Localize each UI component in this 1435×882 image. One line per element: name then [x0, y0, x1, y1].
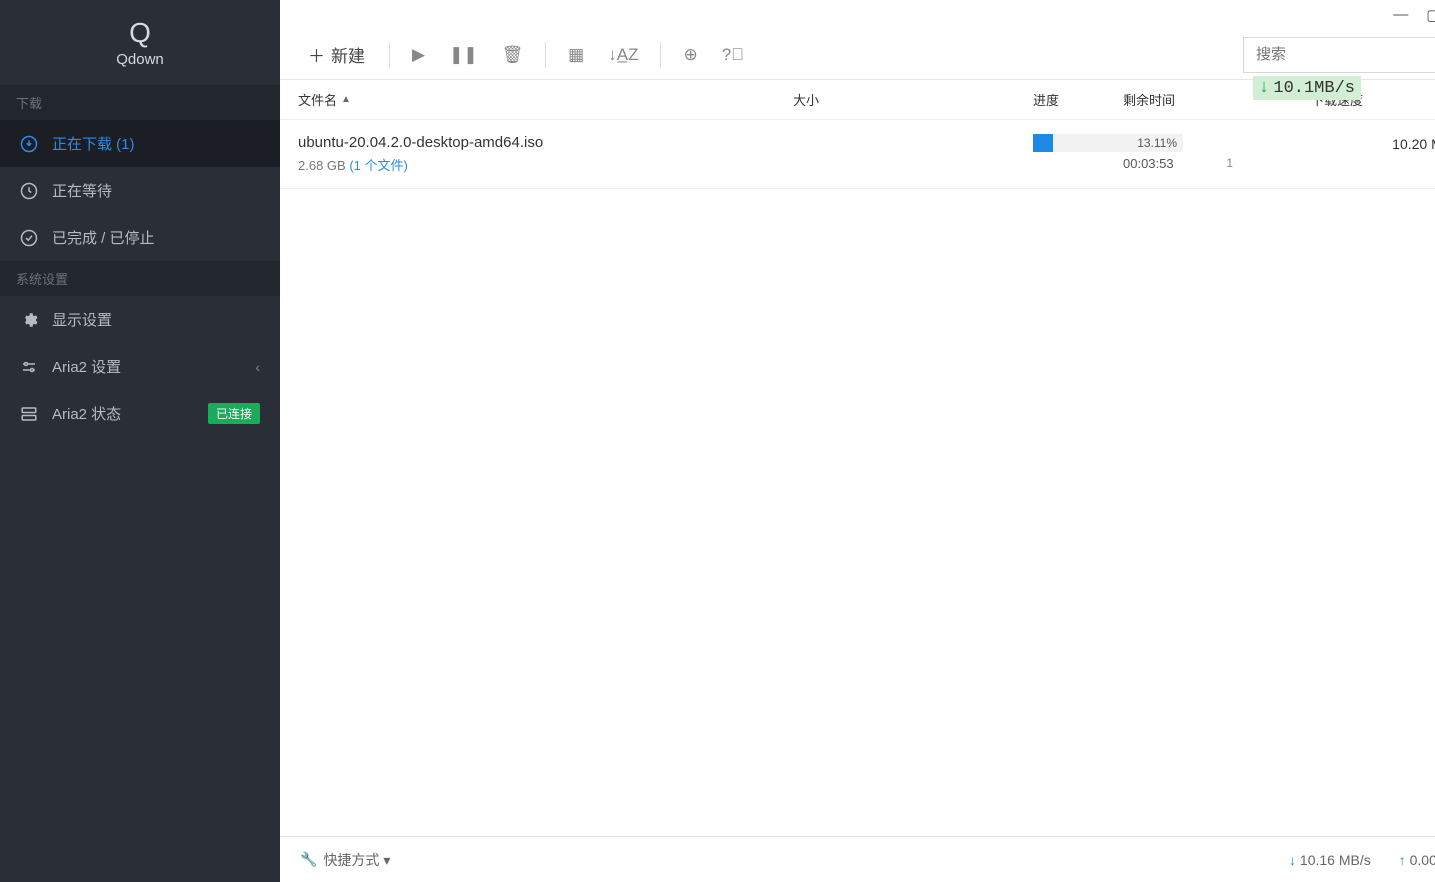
plus-icon: ＋: [308, 42, 325, 67]
status-bar: 🔧 快捷方式 ▾ ↓ 10.16 MB/s ↑ 0.00 B/s: [280, 836, 1435, 882]
start-button[interactable]: ▶: [404, 39, 433, 71]
sort-button[interactable]: ↓A̲Z: [600, 39, 646, 71]
status-badge-connected: 已连接: [208, 403, 260, 424]
toolbar-divider: [660, 42, 661, 68]
col-header-size[interactable]: 大小: [793, 90, 1033, 109]
remaining-cell: 00:03:53 1: [1123, 134, 1223, 171]
sidebar-section-settings: 系统设置: [0, 261, 280, 296]
shortcut-button[interactable]: 快捷方式 ▾: [323, 850, 390, 870]
sidebar-item-downloading[interactable]: 正在下载 (1): [0, 120, 280, 167]
sidebar-section-download: 下载: [0, 85, 280, 120]
col-header-filename[interactable]: 文件名 ▲: [298, 90, 793, 109]
table-row[interactable]: ubuntu-20.04.2.0-desktop-amd64.iso 2.68 …: [280, 120, 1435, 189]
search-input[interactable]: [1243, 37, 1435, 73]
new-button-label: 新建: [331, 42, 365, 67]
new-button[interactable]: ＋ 新建: [298, 36, 375, 73]
sidebar-item-aria2-settings[interactable]: Aria2 设置 ‹: [0, 343, 280, 390]
download-speed-cell: 10.20 MB/s: [1223, 134, 1435, 152]
progress-fill: [1033, 134, 1053, 152]
add-button[interactable]: ⊕: [675, 39, 705, 71]
sidebar-item-label: Aria2 设置: [52, 356, 241, 377]
progress-cell: 13.11%: [1033, 134, 1123, 156]
caret-down-icon: ▾: [379, 852, 390, 868]
search-wrap: [1243, 37, 1435, 73]
arrow-down-icon: ↓: [1259, 78, 1270, 98]
help-button[interactable]: ?⃝: [714, 39, 752, 71]
footer-upload-speed: ↑ 0.00 B/s: [1399, 852, 1435, 868]
grid-icon: ▦: [568, 45, 584, 65]
wrench-icon: 🔧: [300, 851, 317, 868]
eta: 00:03:53: [1123, 156, 1174, 171]
file-meta: 2.68 GB (1 个文件): [298, 155, 793, 174]
sidebar: Q Qdown 下载 正在下载 (1) 正在等待 已完成 / 已停止 系统设置 …: [0, 0, 280, 882]
overlay-speed-value: 10.1MB/s: [1273, 79, 1355, 98]
speed-overlay: ↓ 10.1MB/s: [1253, 76, 1361, 100]
app-brand: Q Qdown: [0, 0, 280, 85]
main-area: — ▢ ✕ ＋ 新建 ▶ ❚❚ 🗑 ▦ ↓A̲Z ⊕ ?⃝ ↓ 10.1MB/s…: [280, 0, 1435, 882]
plus-circle-icon: ⊕: [683, 45, 697, 65]
sidebar-item-label: 正在等待: [52, 180, 260, 201]
sidebar-item-label: 正在下载 (1): [52, 133, 260, 154]
download-icon: [20, 135, 38, 153]
sidebar-item-aria2-status[interactable]: Aria2 状态 已连接: [0, 390, 280, 437]
trash-icon: 🗑: [502, 45, 524, 65]
sort-az-icon: ↓A̲Z: [608, 45, 638, 65]
file-size: 2.68 GB: [298, 158, 346, 173]
sidebar-item-display-settings[interactable]: 显示设置: [0, 296, 280, 343]
check-circle-icon: [20, 229, 38, 247]
toolbar: ＋ 新建 ▶ ❚❚ 🗑 ▦ ↓A̲Z ⊕ ?⃝: [280, 0, 1435, 80]
col-header-remaining[interactable]: 剩余时间: [1123, 90, 1223, 109]
gear-icon: [20, 311, 38, 329]
connection-count: 1: [1226, 156, 1233, 170]
chevron-left-icon: ‹: [255, 359, 260, 375]
sliders-icon: [20, 358, 38, 376]
sidebar-item-waiting[interactable]: 正在等待: [0, 167, 280, 214]
sidebar-item-stopped[interactable]: 已完成 / 已停止: [0, 214, 280, 261]
toolbar-divider: [545, 42, 546, 68]
filename: ubuntu-20.04.2.0-desktop-amd64.iso: [298, 134, 793, 151]
play-icon: ▶: [412, 45, 425, 65]
file-count-link[interactable]: (1 个文件): [349, 158, 408, 173]
server-icon: [20, 405, 38, 423]
app-logo-icon: Q: [129, 17, 151, 49]
sidebar-item-label: Aria2 状态: [52, 403, 194, 424]
footer-download-speed: ↓ 10.16 MB/s: [1289, 852, 1371, 868]
pause-icon: ❚❚: [449, 45, 478, 65]
sidebar-item-label: 已完成 / 已停止: [52, 227, 260, 248]
sort-caret-up-icon: ▲: [341, 94, 351, 105]
col-header-progress[interactable]: 进度: [1033, 90, 1123, 109]
toolbar-divider: [389, 42, 390, 68]
view-grid-button[interactable]: ▦: [560, 39, 592, 71]
clock-icon: [20, 182, 38, 200]
app-name: Qdown: [116, 51, 164, 68]
filename-cell: ubuntu-20.04.2.0-desktop-amd64.iso 2.68 …: [298, 134, 793, 174]
help-icon: ?⃝: [722, 45, 744, 65]
pause-button[interactable]: ❚❚: [441, 39, 486, 71]
sidebar-item-label: 显示设置: [52, 309, 260, 330]
arrow-up-icon: ↑: [1399, 852, 1406, 868]
arrow-down-icon: ↓: [1289, 852, 1296, 868]
delete-button[interactable]: 🗑: [494, 39, 532, 71]
